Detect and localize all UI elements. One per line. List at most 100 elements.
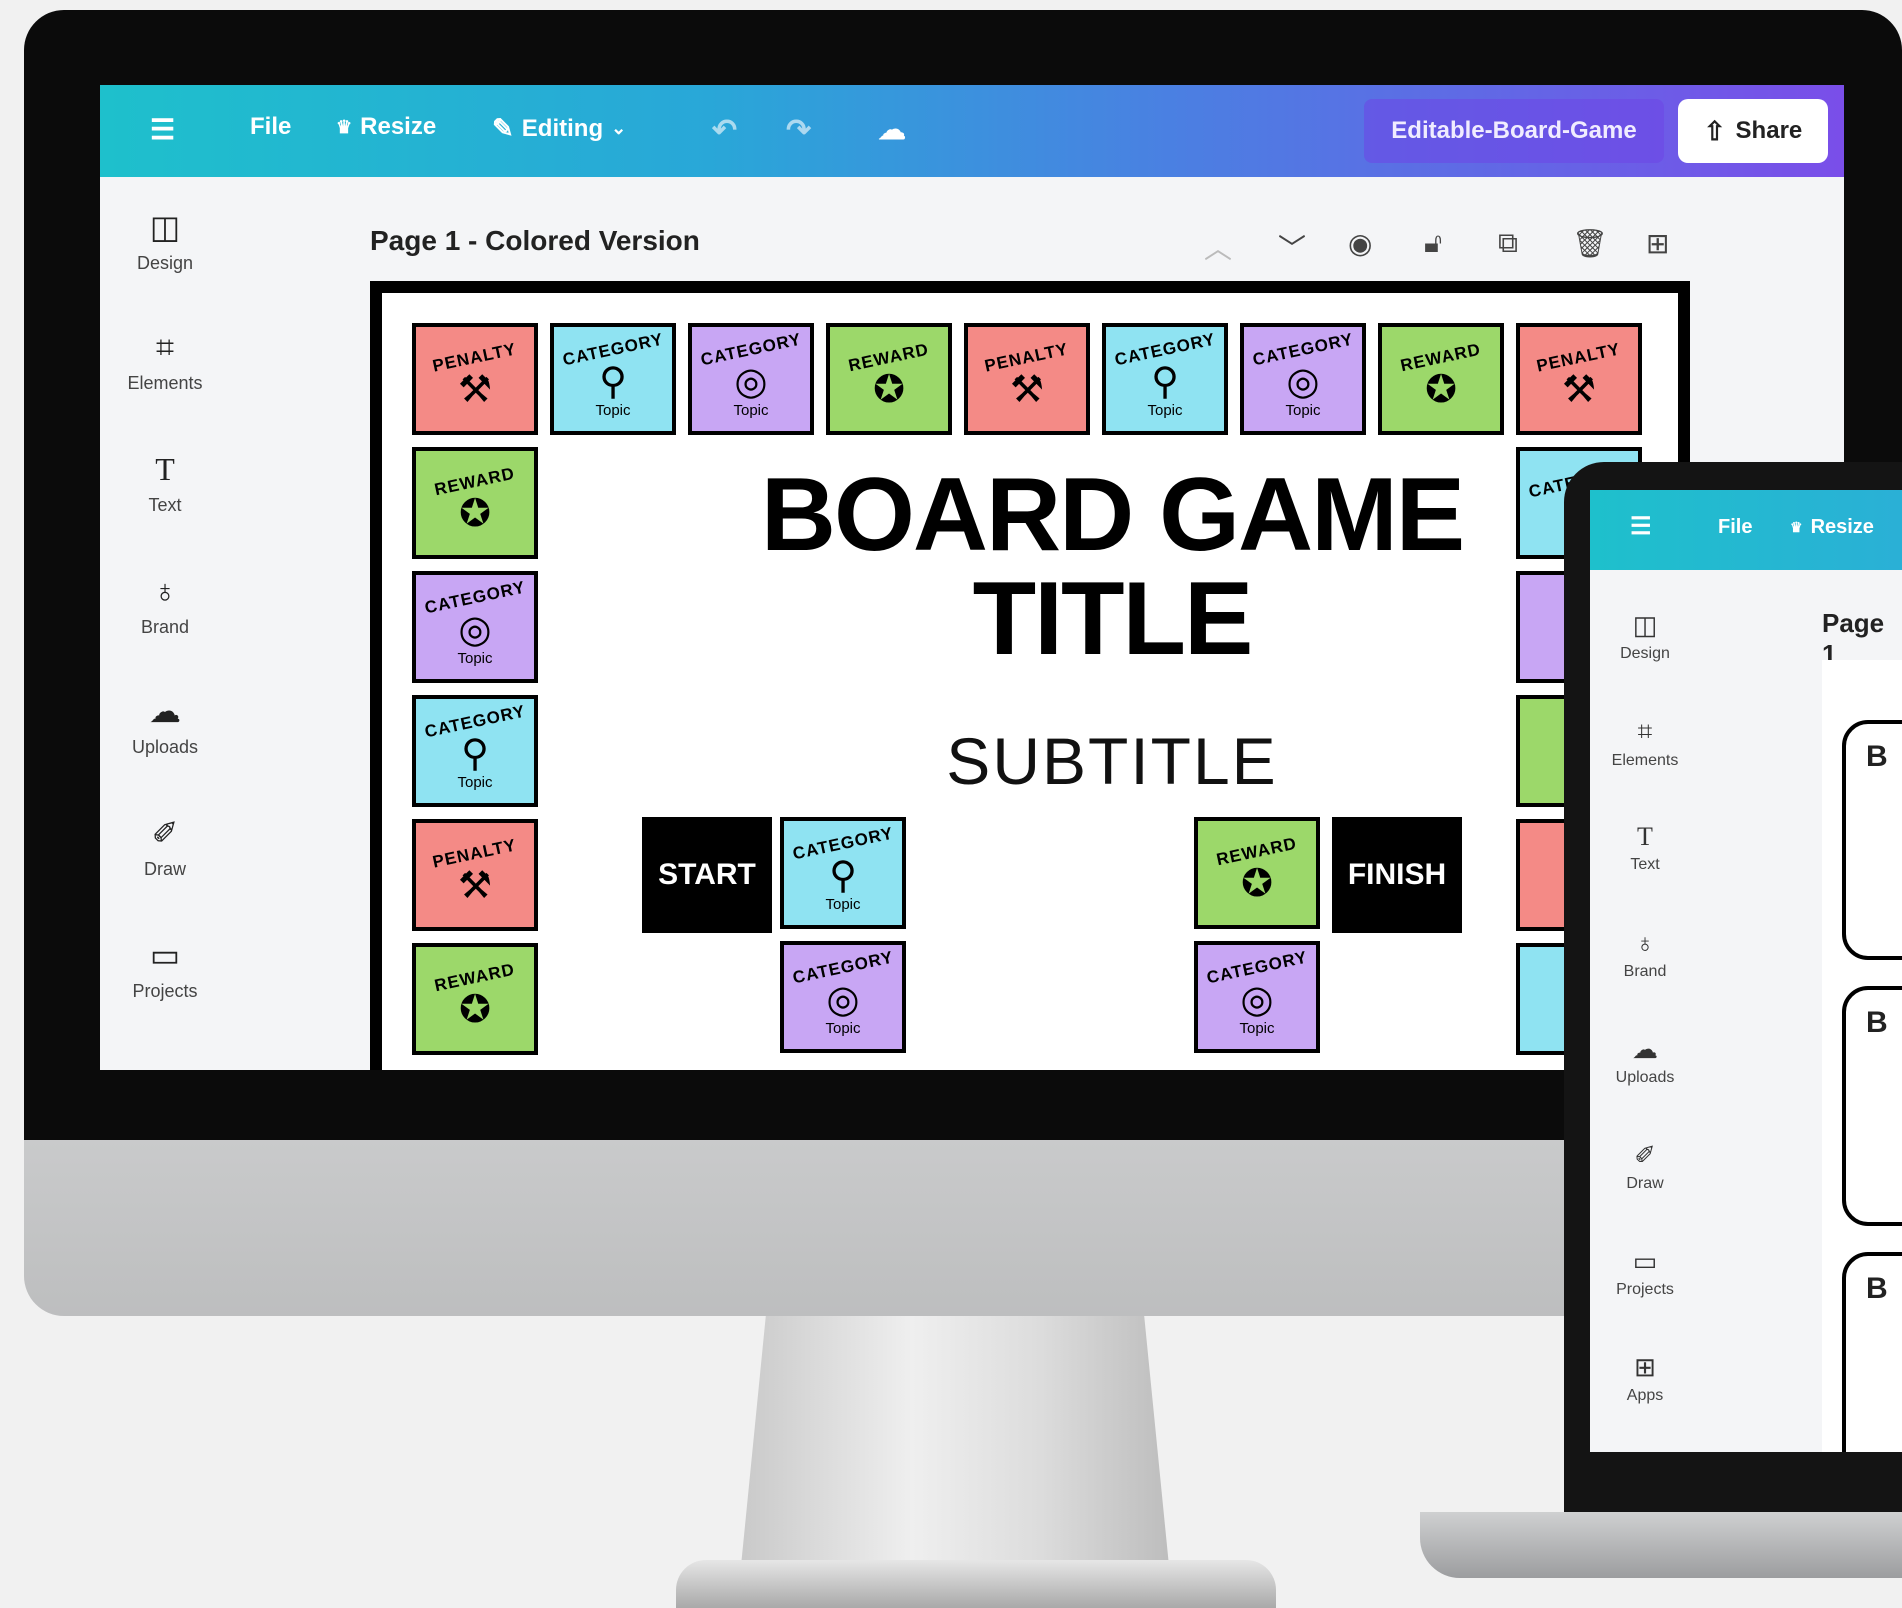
resize-button[interactable]: ♛ Resize: [336, 113, 436, 141]
reward-tile[interactable]: REWARD ✪: [826, 323, 952, 435]
penalty-tile[interactable]: PENALTY ⚒: [412, 323, 538, 435]
laptop-sidebar-item-elements[interactable]: ⌗ Elements: [1590, 716, 1700, 770]
laptop-base: [1420, 1512, 1902, 1578]
brand-icon: ♁: [1635, 928, 1655, 958]
category-tile[interactable]: CATEGORY ◎ Topic: [688, 323, 814, 435]
sidebar-item-text[interactable]: T Text: [100, 449, 230, 516]
duplicate-page-button[interactable]: ⧉: [1498, 227, 1518, 260]
trash-icon: 🗑︎: [1572, 228, 1608, 259]
laptop-file-menu[interactable]: File: [1718, 516, 1752, 539]
category-tile[interactable]: CATEGORY ◎ Topic: [780, 941, 906, 1053]
penalty-tile[interactable]: PENALTY ⚒: [1516, 323, 1642, 435]
apps-icon: ⊞: [1634, 1352, 1656, 1382]
magnifier-icon: ⚲: [599, 360, 627, 403]
laptop-sidebar-item-text[interactable]: T Text: [1590, 822, 1700, 874]
category-tile[interactable]: CATEGORY ⚲ Topic: [1102, 323, 1228, 435]
start-tile[interactable]: START: [642, 817, 772, 933]
share-button[interactable]: ⇧ Share: [1678, 99, 1828, 163]
sidebar-item-design[interactable]: ◫ Design: [100, 207, 230, 274]
lock-icon: 🔓︎: [1424, 227, 1443, 258]
layout-icon: ◫: [1632, 610, 1658, 640]
chevron-down-icon: ⌄: [611, 118, 627, 138]
layout-icon: ◫: [149, 209, 181, 245]
laptop-menu-button[interactable]: ☰: [1630, 512, 1652, 541]
sidebar-item-draw[interactable]: ✐ Draw: [100, 813, 230, 880]
category-tile[interactable]: CATEGORY ◎ Topic: [1194, 941, 1320, 1053]
editing-dropdown[interactable]: ✎ Editing ⌄: [492, 113, 626, 144]
laptop-sidebar-item-draw[interactable]: ✐ Draw: [1590, 1140, 1700, 1193]
badge-icon: ✪: [1425, 369, 1457, 411]
reward-tile[interactable]: REWARD ✪: [1378, 323, 1504, 435]
sidebar-item-projects[interactable]: ▭ Projects: [100, 935, 230, 1002]
delete-page-button[interactable]: 🗑︎: [1572, 227, 1608, 260]
game-title[interactable]: BOARD GAME TITLE: [612, 463, 1612, 671]
laptop-topbar: ☰ File ♛ Resize: [1590, 490, 1902, 570]
shapes-icon: ⌗: [155, 329, 175, 365]
badge-icon: ✪: [459, 989, 491, 1031]
game-subtitle[interactable]: SUBTITLE: [612, 723, 1612, 799]
laptop-sidebar-item-uploads[interactable]: ☁ Uploads: [1590, 1034, 1700, 1087]
page-up-button[interactable]: ︿: [1204, 227, 1232, 267]
hide-page-button[interactable]: ◉: [1348, 227, 1372, 260]
duplicate-icon: ⧉: [1498, 227, 1518, 258]
hamburger-icon: ☰: [1630, 513, 1652, 540]
gavel-icon: ⚒: [1009, 369, 1045, 411]
category-tile[interactable]: CATEGORY ⚲ Topic: [412, 695, 538, 807]
category-tile[interactable]: CATEGORY ⚲ Topic: [780, 817, 906, 929]
laptop-board-card[interactable]: B: [1842, 1252, 1902, 1452]
cloud-check-icon: ☁: [878, 114, 906, 145]
menu-button[interactable]: ☰: [150, 113, 175, 146]
laptop-board-card[interactable]: B: [1842, 720, 1902, 960]
page-title[interactable]: Page 1 - Colored Version: [370, 225, 700, 257]
file-menu[interactable]: File: [250, 113, 291, 141]
category-tile[interactable]: CATEGORY ◎ Topic: [1240, 323, 1366, 435]
hamburger-icon: ☰: [150, 114, 176, 145]
shapes-icon: ⌗: [1637, 716, 1653, 746]
magnifier-icon: ⚲: [461, 732, 489, 775]
undo-button[interactable]: ↶: [712, 113, 737, 148]
penalty-tile[interactable]: PENALTY ⚒: [964, 323, 1090, 435]
finish-tile[interactable]: FINISH: [1332, 817, 1462, 933]
reward-tile[interactable]: REWARD ✪: [412, 943, 538, 1055]
editor-topbar: ☰ File ♛ Resize ✎ Editing ⌄ ↶ ↷ ☁ Editable-…: [100, 85, 1844, 177]
add-page-icon: ⊞: [1646, 228, 1670, 259]
laptop-sidebar-item-apps[interactable]: ⊞ Apps: [1590, 1352, 1700, 1405]
crown-icon: ♛: [336, 116, 353, 137]
add-page-button[interactable]: ⊞: [1646, 227, 1669, 260]
reward-tile[interactable]: REWARD ✪: [1194, 817, 1320, 929]
lock-page-button[interactable]: 🔓︎: [1424, 227, 1442, 260]
badge-icon: ✪: [459, 493, 491, 535]
penalty-tile[interactable]: PENALTY ⚒: [412, 819, 538, 931]
pen-icon: ✐: [1634, 1140, 1656, 1170]
folder-icon: ▭: [1632, 1246, 1658, 1276]
sidebar: ◫ Design ⌗ Elements T Text ♁ Brand ☁ Uploads …: [100, 177, 230, 1070]
reward-tile[interactable]: REWARD ✪: [412, 447, 538, 559]
text-icon: T: [155, 451, 175, 487]
laptop-board-card[interactable]: B: [1842, 986, 1902, 1226]
board-canvas[interactable]: PENALTY ⚒ CATEGORY ⚲ Topic CATEGORY ◎ Topic R…: [370, 281, 1690, 1070]
text-icon: T: [1637, 822, 1653, 851]
cloud-upload-icon: ☁: [1632, 1034, 1658, 1064]
cloud-save-button[interactable]: ☁: [878, 113, 906, 146]
gavel-icon: ⚒: [457, 369, 493, 411]
undo-icon: ↶: [712, 114, 738, 147]
category-tile[interactable]: CATEGORY ⚲ Topic: [550, 323, 676, 435]
target-icon: ◎: [1240, 978, 1274, 1021]
category-tile[interactable]: CATEGORY ◎ Topic: [412, 571, 538, 683]
page-down-button[interactable]: ﹀: [1278, 227, 1306, 267]
laptop-sidebar-item-brand[interactable]: ♁ Brand: [1590, 928, 1700, 981]
crown-icon: ♛: [1790, 519, 1803, 535]
redo-button[interactable]: ↷: [786, 113, 811, 148]
brand-icon: ♁: [153, 573, 177, 609]
laptop-sidebar-item-projects[interactable]: ▭ Projects: [1590, 1246, 1700, 1299]
magnifier-icon: ⚲: [1151, 360, 1179, 403]
sidebar-item-brand[interactable]: ♁ Brand: [100, 571, 230, 638]
laptop-resize-button[interactable]: ♛ Resize: [1790, 516, 1874, 539]
sidebar-item-uploads[interactable]: ☁ Uploads: [100, 691, 230, 758]
sidebar-item-elements[interactable]: ⌗ Elements: [100, 327, 230, 394]
badge-icon: ✪: [1241, 863, 1273, 905]
laptop-sidebar-item-design[interactable]: ◫ Design: [1590, 610, 1700, 663]
monitor-stand-base: [676, 1560, 1276, 1608]
redo-icon: ↷: [786, 114, 812, 147]
document-name[interactable]: Editable-Board-Game: [1364, 99, 1664, 163]
